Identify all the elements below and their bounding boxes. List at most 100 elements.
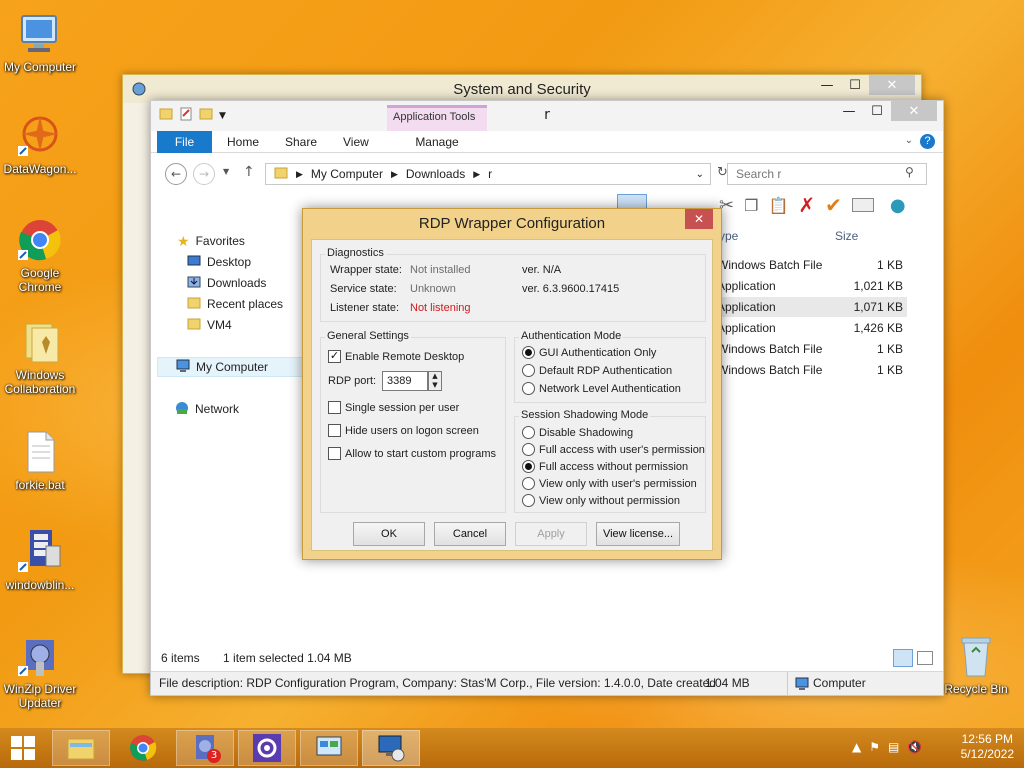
radio[interactable] xyxy=(522,477,535,490)
hide-users-checkbox[interactable]: Hide users on logon screen xyxy=(328,424,479,437)
desktop-icon-datawagon[interactable]: DataWagon... xyxy=(0,112,80,176)
breadcrumb-item[interactable]: My Computer xyxy=(311,167,383,181)
shadow-full-no-permission-radio[interactable]: Full access without permission xyxy=(522,460,688,473)
desktop-icon xyxy=(187,254,201,271)
tab-view[interactable]: View xyxy=(343,135,369,149)
delete-icon[interactable]: ✗ xyxy=(798,193,815,217)
custom-programs-checkbox[interactable]: Allow to start custom programs xyxy=(328,447,496,460)
rename-icon[interactable] xyxy=(851,198,874,212)
breadcrumb-item[interactable]: Downloads xyxy=(406,167,465,181)
ok-button[interactable]: OK xyxy=(353,522,425,546)
chevron-up-icon[interactable]: ▲ xyxy=(852,740,861,754)
nav-recent-places[interactable]: Recent places xyxy=(187,294,283,314)
taskbar-control-panel[interactable] xyxy=(300,730,358,766)
shadow-disable-radio[interactable]: Disable Shadowing xyxy=(522,426,633,439)
nav-desktop[interactable]: Desktop xyxy=(187,252,251,272)
close-button[interactable]: ✕ xyxy=(685,209,713,229)
auth-nla-radio[interactable]: Network Level Authentication xyxy=(522,382,681,395)
checkbox[interactable] xyxy=(328,447,341,460)
port-spinner[interactable]: ▲ ▼ xyxy=(428,371,442,391)
shell-icon[interactable]: ● xyxy=(890,195,906,216)
large-icons-view-icon[interactable] xyxy=(917,651,933,665)
table-row[interactable]: Application 1,021 KB xyxy=(717,276,907,296)
address-bar[interactable]: ▶ My Computer ▶ Downloads ▶ r ⌄ xyxy=(265,163,711,185)
desktop-icon-my-computer[interactable]: My Computer xyxy=(0,10,80,74)
taskbar-app-with-badge[interactable]: 3 xyxy=(176,730,234,766)
search-input[interactable]: Search r xyxy=(727,163,927,185)
desktop-icon-chrome[interactable]: Google Chrome xyxy=(0,216,80,294)
forward-button[interactable]: → xyxy=(193,163,215,185)
auth-gui-radio[interactable]: GUI Authentication Only xyxy=(522,346,656,359)
rdp-wrapper-dialog[interactable]: RDP Wrapper Configuration ✕ Diagnostics … xyxy=(302,208,722,560)
table-row[interactable]: Application 1,426 KB xyxy=(717,318,907,338)
checkmark-icon[interactable]: ✔ xyxy=(825,193,842,217)
paste-icon[interactable]: 📋 xyxy=(768,196,788,215)
chevron-down-icon[interactable]: ⌄ xyxy=(905,135,913,146)
nav-favorites[interactable]: ★ Favorites xyxy=(177,231,245,251)
file-type: Windows Batch File xyxy=(717,258,823,272)
radio[interactable] xyxy=(522,443,535,456)
action-center-icon[interactable]: ⚑ xyxy=(869,740,880,754)
maximize-button[interactable]: ☐ xyxy=(863,101,891,121)
taskbar-file-explorer[interactable] xyxy=(52,730,110,766)
desktop-icon-windows-collaboration[interactable]: Windows Collaboration xyxy=(0,318,80,396)
enable-remote-desktop-checkbox[interactable]: ✓ Enable Remote Desktop xyxy=(328,350,464,363)
copy-icon[interactable]: ❐ xyxy=(744,196,758,215)
shadow-full-permission-radio[interactable]: Full access with user's permission xyxy=(522,443,705,456)
desktop-icon-winzip-driver-updater[interactable]: WinZip Driver Updater xyxy=(0,632,80,710)
close-button[interactable]: ✕ xyxy=(891,101,937,121)
view-license-button[interactable]: View license... xyxy=(596,522,680,546)
table-row[interactable]: Windows Batch File 1 KB xyxy=(717,360,907,380)
maximize-button[interactable]: ☐ xyxy=(841,75,869,95)
taskbar-settings[interactable] xyxy=(238,730,296,766)
radio[interactable] xyxy=(522,364,535,377)
chevron-down-icon[interactable]: ⌄ xyxy=(696,169,704,180)
cancel-button[interactable]: Cancel xyxy=(434,522,506,546)
tab-manage[interactable]: Manage xyxy=(387,135,487,149)
radio-selected[interactable] xyxy=(522,460,535,473)
checkbox[interactable] xyxy=(328,424,341,437)
tab-file[interactable]: File xyxy=(157,131,212,153)
tab-share[interactable]: Share xyxy=(285,135,317,149)
column-header-size[interactable]: Size xyxy=(835,229,858,243)
nav-network[interactable]: Network xyxy=(175,399,239,419)
taskbar-rdp-config[interactable] xyxy=(362,730,420,766)
radio[interactable] xyxy=(522,426,535,439)
shadow-view-permission-radio[interactable]: View only with user's permission xyxy=(522,477,697,490)
apply-button[interactable]: Apply xyxy=(515,522,587,546)
volume-muted-icon[interactable]: 🔇 xyxy=(907,740,922,754)
rdp-port-input[interactable]: 3389 xyxy=(382,371,428,391)
table-row[interactable]: Windows Batch File 1 KB xyxy=(717,255,907,275)
desktop-icon-recycle-bin[interactable]: Recycle Bin xyxy=(936,632,1016,696)
details-view-icon[interactable] xyxy=(893,649,913,667)
shadow-view-no-permission-radio[interactable]: View only without permission xyxy=(522,494,680,507)
tab-home[interactable]: Home xyxy=(227,135,259,149)
help-icon[interactable]: ? xyxy=(920,134,935,149)
back-button[interactable]: ← xyxy=(165,163,187,185)
radio[interactable] xyxy=(522,494,535,507)
file-description: File description: RDP Configuration Prog… xyxy=(159,676,716,690)
table-row[interactable]: Windows Batch File 1 KB xyxy=(717,339,907,359)
breadcrumb-item[interactable]: r xyxy=(488,167,492,181)
radio-selected[interactable] xyxy=(522,346,535,359)
desktop-icon-windowblinds[interactable]: windowblin... xyxy=(0,528,80,592)
up-arrow-icon[interactable]: ↑ xyxy=(243,164,255,180)
auth-default-radio[interactable]: Default RDP Authentication xyxy=(522,364,672,377)
nav-my-computer[interactable]: My Computer xyxy=(157,357,303,377)
checkbox[interactable] xyxy=(328,401,341,414)
checkbox-checked[interactable]: ✓ xyxy=(328,350,341,363)
desktop-icon-forkie-bat[interactable]: forkie.bat xyxy=(0,428,80,492)
start-button[interactable] xyxy=(0,730,46,766)
nav-vm4[interactable]: VM4 xyxy=(187,315,232,335)
single-session-checkbox[interactable]: Single session per user xyxy=(328,401,459,414)
nav-downloads[interactable]: Downloads xyxy=(187,273,266,293)
chevron-down-icon[interactable]: ▼ xyxy=(223,167,229,176)
radio[interactable] xyxy=(522,382,535,395)
table-row[interactable]: Application 1,071 KB xyxy=(717,297,907,317)
network-icon[interactable]: ▤ xyxy=(888,740,899,754)
taskbar-chrome[interactable] xyxy=(114,730,172,766)
minimize-button[interactable]: — xyxy=(813,75,841,95)
minimize-button[interactable]: — xyxy=(835,101,863,121)
close-button[interactable]: ✕ xyxy=(869,75,915,95)
clock[interactable]: 12:56 PM 5/12/2022 xyxy=(961,732,1014,762)
